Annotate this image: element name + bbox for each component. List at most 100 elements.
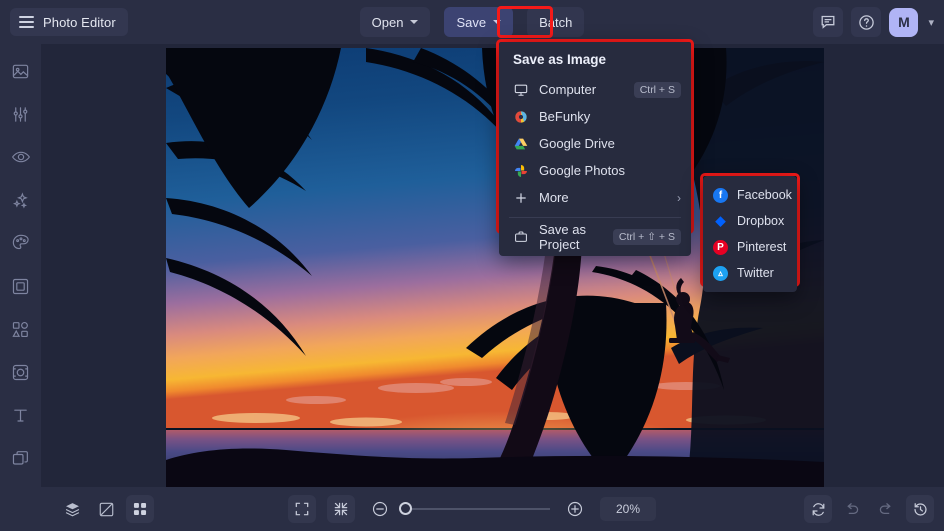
submenu-item-dropbox-label: Dropbox xyxy=(737,214,785,228)
befunky-icon xyxy=(513,110,529,124)
redo-button[interactable] xyxy=(872,495,900,523)
sidebar-item-layers[interactable] xyxy=(8,445,34,471)
history-button[interactable] xyxy=(906,495,934,523)
top-right-actions: M ▾ xyxy=(813,7,936,37)
submenu-item-pinterest[interactable]: P Pinterest xyxy=(703,234,797,260)
zoom-out-button[interactable] xyxy=(366,495,394,523)
plus-icon xyxy=(513,191,529,205)
undo-button[interactable] xyxy=(838,495,866,523)
canvas-area[interactable] xyxy=(41,44,944,487)
plus-circle-icon xyxy=(567,501,583,517)
refresh-icon xyxy=(812,502,824,516)
chevron-down-icon xyxy=(493,20,502,24)
shapes-icon xyxy=(12,321,28,337)
menu-item-save-as-project-shortcut: Ctrl + ⇧ + S xyxy=(612,228,681,245)
zoom-level-value[interactable]: 20% xyxy=(600,497,656,521)
menu-item-befunky[interactable]: BeFunky xyxy=(499,103,691,130)
sidebar-item-frames[interactable] xyxy=(8,273,34,299)
image-icon xyxy=(12,64,29,78)
submenu-item-facebook-label: Facebook xyxy=(737,188,792,202)
save-menu-title: Save as Image xyxy=(513,52,607,67)
save-button[interactable]: Save xyxy=(444,7,514,37)
monitor-icon xyxy=(513,83,529,97)
zoom-slider-track[interactable] xyxy=(399,502,550,515)
sparkles-icon xyxy=(12,191,28,208)
eye-icon xyxy=(11,151,30,163)
menu-item-google-photos-label: Google Photos xyxy=(539,163,626,178)
speech-bubble-icon xyxy=(822,15,835,29)
sliders-icon xyxy=(13,106,28,122)
avatar[interactable]: M xyxy=(889,7,919,37)
frame-icon xyxy=(12,278,29,294)
zoom-slider[interactable] xyxy=(399,502,550,515)
zoom-controls: 20% xyxy=(0,495,944,523)
menu-item-befunky-label: BeFunky xyxy=(539,109,591,124)
facebook-icon: f xyxy=(713,187,728,203)
chevron-down-icon[interactable]: ▾ xyxy=(926,16,936,29)
shrink-icon xyxy=(334,502,348,516)
menu-item-computer-shortcut: Ctrl + S xyxy=(633,81,681,98)
submenu-item-dropbox[interactable]: ◆ Dropbox xyxy=(703,208,797,234)
sidebar-item-text[interactable] xyxy=(8,402,34,428)
briefcase-icon xyxy=(513,230,529,244)
sidebar-item-artsy[interactable] xyxy=(8,230,34,256)
submenu-item-twitter[interactable]: ▵ Twitter xyxy=(703,260,797,286)
save-dropdown-menu: Save as Image Computer Ctrl + S BeFunky … xyxy=(499,42,691,256)
reset-button[interactable] xyxy=(804,495,832,523)
zoom-in-button[interactable] xyxy=(561,495,589,523)
save-button-label: Save xyxy=(456,14,487,30)
open-button[interactable]: Open xyxy=(359,7,431,37)
sidebar-item-graphics[interactable] xyxy=(8,316,34,342)
left-sidebar xyxy=(0,44,41,487)
fit-screen-icon xyxy=(295,502,309,516)
help-button[interactable] xyxy=(851,7,882,37)
overlay-icon xyxy=(12,364,29,380)
twitter-icon: ▵ xyxy=(713,265,728,281)
menu-item-google-drive-label: Google Drive xyxy=(539,136,615,151)
feedback-button[interactable] xyxy=(813,7,844,37)
menu-item-computer-label: Computer xyxy=(539,82,597,97)
open-button-label: Open xyxy=(371,14,404,30)
dropbox-icon: ◆ xyxy=(715,213,726,228)
menu-item-save-as-project[interactable]: Save as Project Ctrl + ⇧ + S xyxy=(499,221,691,252)
top-toolbar: Photo Editor Open Save Batch M ▾ xyxy=(0,0,944,44)
pinterest-icon: P xyxy=(713,239,728,255)
menu-item-computer[interactable]: Computer Ctrl + S xyxy=(499,76,691,103)
bottom-right-tools xyxy=(804,495,934,523)
menu-item-more[interactable]: More › xyxy=(499,184,691,211)
zoom-slider-handle[interactable] xyxy=(399,502,412,515)
sidebar-item-image[interactable] xyxy=(8,58,34,84)
chevron-right-icon: › xyxy=(677,190,681,205)
palette-icon xyxy=(12,234,29,250)
layers-copy-icon xyxy=(12,450,28,465)
fit-screen-button[interactable] xyxy=(288,495,316,523)
menu-item-google-photos[interactable]: Google Photos xyxy=(499,157,691,184)
sidebar-item-effects[interactable] xyxy=(8,187,34,213)
menu-item-google-drive[interactable]: Google Drive xyxy=(499,130,691,157)
bottom-toolbar: 20% xyxy=(0,487,944,531)
sidebar-item-edit[interactable] xyxy=(8,101,34,127)
question-circle-icon xyxy=(859,14,874,30)
undo-icon xyxy=(847,503,859,514)
google-photos-icon xyxy=(513,164,529,178)
minus-circle-icon xyxy=(372,501,388,517)
menu-divider xyxy=(509,217,681,218)
batch-button[interactable]: Batch xyxy=(527,7,585,37)
menu-item-save-as-project-label: Save as Project xyxy=(539,221,586,252)
photo-editor-app: Photo Editor Open Save Batch M ▾ Save as… xyxy=(0,0,944,531)
top-center-actions: Open Save Batch xyxy=(0,7,944,37)
history-icon xyxy=(913,502,927,516)
submenu-item-pinterest-label: Pinterest xyxy=(737,240,787,254)
batch-button-label: Batch xyxy=(539,14,573,30)
more-submenu: f Facebook ◆ Dropbox P Pinterest ▵ Twitt… xyxy=(703,176,797,292)
sidebar-item-overlays[interactable] xyxy=(8,359,34,385)
menu-item-more-label: More xyxy=(539,190,569,205)
sidebar-item-retouch[interactable] xyxy=(8,144,34,170)
redo-icon xyxy=(879,503,891,514)
google-drive-icon xyxy=(513,137,529,151)
submenu-item-facebook[interactable]: f Facebook xyxy=(703,182,797,208)
text-icon xyxy=(14,409,27,422)
submenu-item-twitter-label: Twitter xyxy=(737,266,774,280)
chevron-down-icon xyxy=(410,20,419,24)
actual-size-button[interactable] xyxy=(327,495,355,523)
